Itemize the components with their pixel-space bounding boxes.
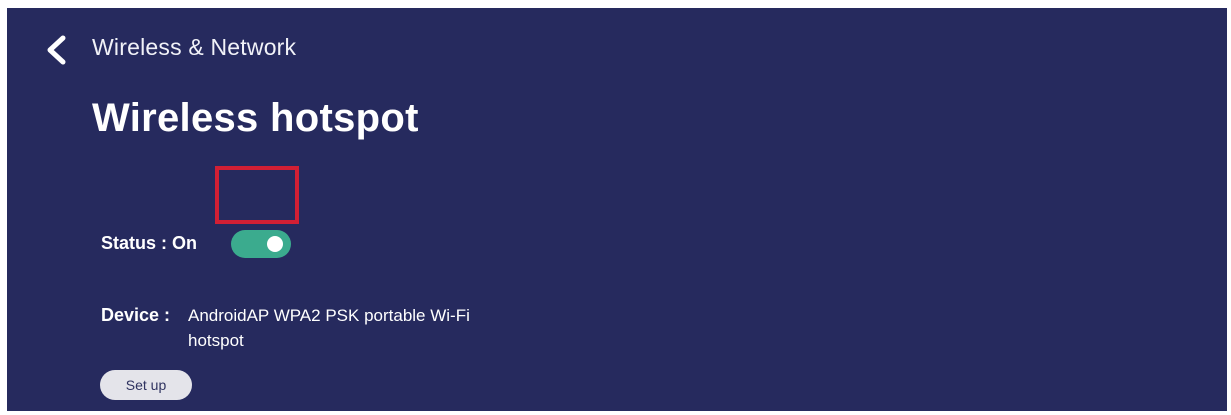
back-button[interactable] — [39, 32, 73, 68]
device-value: AndroidAP WPA2 PSK portable Wi-Fi hotspo… — [188, 306, 470, 350]
toggle-knob — [267, 236, 283, 252]
highlight-annotation-box — [215, 166, 299, 224]
device-label: Device : — [101, 305, 171, 325]
settings-screen: Wireless & Network Wireless hotspot Stat… — [7, 8, 1227, 411]
chevron-left-icon — [39, 32, 73, 68]
status-label: Status : On — [101, 233, 198, 253]
setup-button[interactable]: Set up — [100, 370, 192, 400]
status-toggle[interactable] — [231, 230, 291, 258]
page-title: Wireless hotspot — [92, 96, 419, 140]
breadcrumb: Wireless & Network — [92, 34, 297, 60]
